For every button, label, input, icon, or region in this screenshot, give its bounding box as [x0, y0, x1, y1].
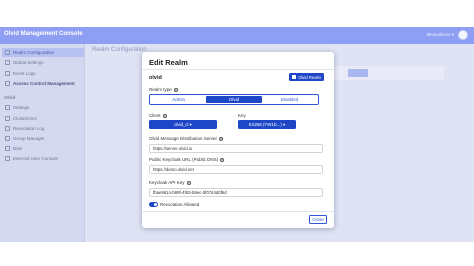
keycloak-url-label: Public Keycloak URL (Public DNS) ? — [149, 157, 225, 162]
group-icon — [5, 136, 10, 141]
sidebar-item-revocation-log[interactable]: Revocation Log — [2, 124, 84, 133]
sidebar-item-global-settings[interactable]: Global Settings — [2, 58, 84, 67]
realm-icon — [292, 75, 297, 79]
help-icon[interactable]: ? — [186, 180, 191, 185]
bot-icon — [5, 146, 10, 151]
avatar[interactable] — [458, 30, 468, 40]
sidebar: Realm Configuration Global Settings Even… — [0, 44, 85, 242]
realm-badge: Olvid Realm — [289, 73, 324, 81]
realm-type-selector: Admin Olvid Disabled — [149, 94, 319, 105]
revocation-toggle[interactable] — [149, 202, 158, 207]
client-select[interactable]: olvid_cl ▾ — [149, 120, 217, 129]
realm-type-label: Realm type ? — [149, 87, 178, 92]
sidebar-item-event-logs[interactable]: Event Logs — [2, 69, 84, 78]
distribution-server-input[interactable]: https://server.olvid.io — [149, 144, 323, 153]
revocation-label: Revocation Allowed — [160, 202, 200, 207]
sidebar-item-clusterizers[interactable]: Clusterizers — [2, 114, 84, 123]
settings-icon — [5, 50, 10, 55]
help-icon[interactable]: ? — [162, 113, 167, 118]
revoke-icon — [5, 126, 10, 131]
background-card — [324, 66, 444, 80]
badge-label: Olvid Realm — [298, 74, 321, 80]
help-icon[interactable]: ? — [219, 136, 224, 141]
close-button[interactable]: Close — [309, 215, 327, 224]
distribution-server-label: Olvid Message Distribution Server ? — [149, 136, 224, 141]
key-select[interactable]: ES256 (YW1D...) ▾ — [238, 120, 296, 129]
sidebar-item-settings[interactable]: Settings — [2, 103, 84, 112]
realm-type-disabled[interactable]: Disabled — [262, 96, 317, 103]
log-icon — [5, 71, 10, 76]
realm-type-olvid[interactable]: Olvid — [206, 96, 262, 103]
user-name[interactable]: devtools/vm ▾ — [426, 32, 454, 38]
sidebar-item-group-manager[interactable]: Group Manager — [2, 134, 84, 143]
gear-icon — [5, 105, 10, 110]
sidebar-item-bots[interactable]: Bots — [2, 144, 84, 153]
console-icon — [5, 156, 10, 161]
sidebar-item-external-user-console[interactable]: External User Console — [2, 154, 84, 163]
api-key-label: Keycloak API Key ? — [149, 180, 191, 185]
user-menu[interactable]: devtools/vm ▾ — [426, 30, 468, 40]
dialog-title: Edit Realm — [149, 58, 188, 67]
divider — [142, 69, 334, 70]
help-icon[interactable]: ? — [173, 87, 178, 92]
edit-realm-dialog: Edit Realm olvid Olvid Realm Realm type … — [142, 52, 334, 228]
help-icon[interactable]: ? — [220, 157, 225, 162]
toggle-knob — [154, 203, 157, 206]
sidebar-item-access-control[interactable]: Access Control Management — [2, 79, 84, 88]
shield-icon — [5, 81, 10, 86]
top-bar: Olvid Management Console devtools/vm ▾ — [0, 27, 474, 44]
app-title: Olvid Management Console — [4, 31, 83, 37]
realm-type-admin[interactable]: Admin — [151, 96, 206, 103]
background-button — [348, 69, 368, 77]
client-label: Client ? — [149, 113, 167, 118]
page-title: Realm Configuration — [92, 47, 147, 53]
key-label: Key — [238, 113, 246, 118]
api-key-input[interactable]: fbae9614-b89f-4f63-b9ec-5f07d4d0f6d — [149, 188, 323, 197]
divider — [142, 211, 334, 212]
cluster-icon — [5, 116, 10, 121]
sidebar-section-olvid: Olvid — [4, 95, 16, 100]
sidebar-item-realm-configuration[interactable]: Realm Configuration — [2, 48, 84, 57]
globe-icon — [5, 60, 10, 65]
keycloak-url-input[interactable]: https://demo.olvid.net — [149, 165, 323, 174]
realm-name: olvid — [149, 75, 162, 81]
